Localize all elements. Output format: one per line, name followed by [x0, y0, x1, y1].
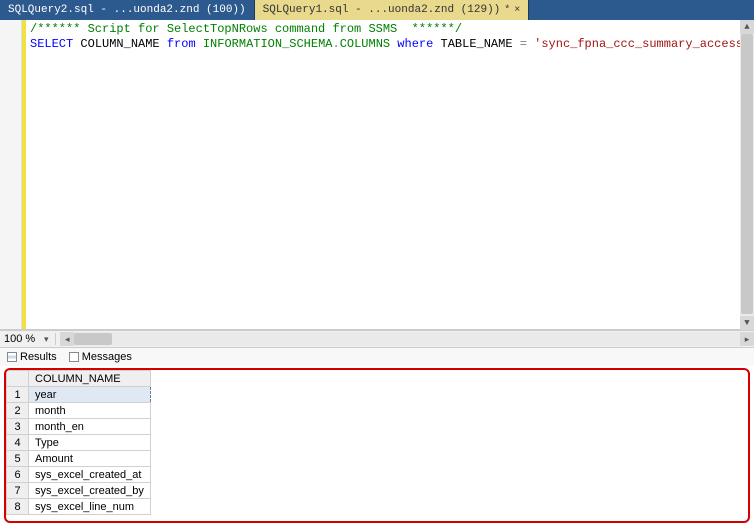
- close-icon[interactable]: ×: [514, 5, 520, 16]
- cell[interactable]: Type: [29, 435, 151, 451]
- sql-editor[interactable]: /****** Script for SelectTopNRows comman…: [26, 20, 754, 329]
- code-editor-pane: /****** Script for SelectTopNRows comman…: [0, 20, 754, 330]
- tab-query2[interactable]: SQLQuery2.sql - ...uonda2.znd (100)): [0, 0, 255, 20]
- grid-icon: [7, 352, 17, 362]
- scroll-thumb[interactable]: [74, 333, 112, 345]
- code-schema: INFORMATION_SCHEMA: [196, 37, 333, 51]
- cell[interactable]: year: [29, 387, 151, 403]
- results-grid-container: COLUMN_NAME 1 year 2 month 3 month_en 4 …: [4, 368, 750, 523]
- tab-modified-indicator: *: [504, 5, 510, 16]
- tab-label: SQLQuery2.sql - ...uonda2.znd (100)): [8, 4, 246, 16]
- cell[interactable]: sys_excel_line_num: [29, 499, 151, 515]
- kw-select: SELECT: [30, 37, 73, 51]
- messages-icon: [69, 352, 79, 362]
- table-row[interactable]: 3 month_en: [7, 419, 151, 435]
- table-row[interactable]: 4 Type: [7, 435, 151, 451]
- kw-where: where: [397, 37, 433, 51]
- editor-horizontal-scrollbar[interactable]: ◂ ▸: [60, 332, 754, 346]
- cell[interactable]: month: [29, 403, 151, 419]
- row-number[interactable]: 2: [7, 403, 29, 419]
- scroll-thumb[interactable]: [741, 34, 753, 314]
- table-row[interactable]: 6 sys_excel_created_at: [7, 467, 151, 483]
- code-eq: =: [520, 37, 527, 51]
- tab-messages[interactable]: Messages: [66, 350, 135, 364]
- row-number[interactable]: 3: [7, 419, 29, 435]
- scroll-down-icon[interactable]: ▼: [740, 316, 754, 330]
- scroll-up-icon[interactable]: ▲: [740, 20, 754, 34]
- editor-gutter: [0, 20, 22, 329]
- code-comment: /****** Script for SelectTopNRows comman…: [30, 22, 462, 36]
- table-row[interactable]: 5 Amount: [7, 451, 151, 467]
- code-tablename-col: TABLE_NAME: [433, 37, 519, 51]
- separator: [55, 333, 56, 345]
- scroll-left-icon[interactable]: ◂: [60, 332, 74, 346]
- cell[interactable]: Amount: [29, 451, 151, 467]
- tab-label: Messages: [82, 351, 132, 363]
- kw-from: from: [167, 37, 196, 51]
- code-table-src: COLUMNS: [340, 37, 398, 51]
- scroll-track[interactable]: [740, 34, 754, 316]
- table-row[interactable]: 2 month: [7, 403, 151, 419]
- tab-results[interactable]: Results: [4, 350, 60, 364]
- code-string-literal: 'sync_fpna_ccc_summary_access_monthly': [527, 37, 754, 51]
- scroll-right-icon[interactable]: ▸: [740, 332, 754, 346]
- cell[interactable]: month_en: [29, 419, 151, 435]
- row-number[interactable]: 4: [7, 435, 29, 451]
- row-number[interactable]: 1: [7, 387, 29, 403]
- cell[interactable]: sys_excel_created_at: [29, 467, 151, 483]
- editor-status-strip: 100 % ▾ ◂ ▸: [0, 330, 754, 348]
- column-header[interactable]: COLUMN_NAME: [29, 371, 151, 387]
- document-tabs: SQLQuery2.sql - ...uonda2.znd (100)) SQL…: [0, 0, 754, 20]
- results-panel-tabs: Results Messages: [0, 348, 754, 366]
- header-row: COLUMN_NAME: [7, 371, 151, 387]
- table-row[interactable]: 8 sys_excel_line_num: [7, 499, 151, 515]
- editor-vertical-scrollbar[interactable]: ▲ ▼: [740, 20, 754, 330]
- code-column: COLUMN_NAME: [73, 37, 167, 51]
- tab-label: Results: [20, 351, 57, 363]
- zoom-dropdown-icon[interactable]: ▾: [39, 334, 53, 345]
- row-number[interactable]: 8: [7, 499, 29, 515]
- row-number[interactable]: 5: [7, 451, 29, 467]
- table-row[interactable]: 1 year: [7, 387, 151, 403]
- row-number[interactable]: 6: [7, 467, 29, 483]
- table-row[interactable]: 7 sys_excel_created_by: [7, 483, 151, 499]
- row-number[interactable]: 7: [7, 483, 29, 499]
- code-dot: .: [332, 37, 339, 51]
- results-grid[interactable]: COLUMN_NAME 1 year 2 month 3 month_en 4 …: [6, 370, 151, 515]
- tab-label: SQLQuery1.sql - ...uonda2.znd (129)): [263, 4, 501, 16]
- zoom-level: 100 %: [0, 333, 39, 345]
- grid-corner[interactable]: [7, 371, 29, 387]
- cell[interactable]: sys_excel_created_by: [29, 483, 151, 499]
- tab-query1[interactable]: SQLQuery1.sql - ...uonda2.znd (129)) * ×: [255, 0, 530, 20]
